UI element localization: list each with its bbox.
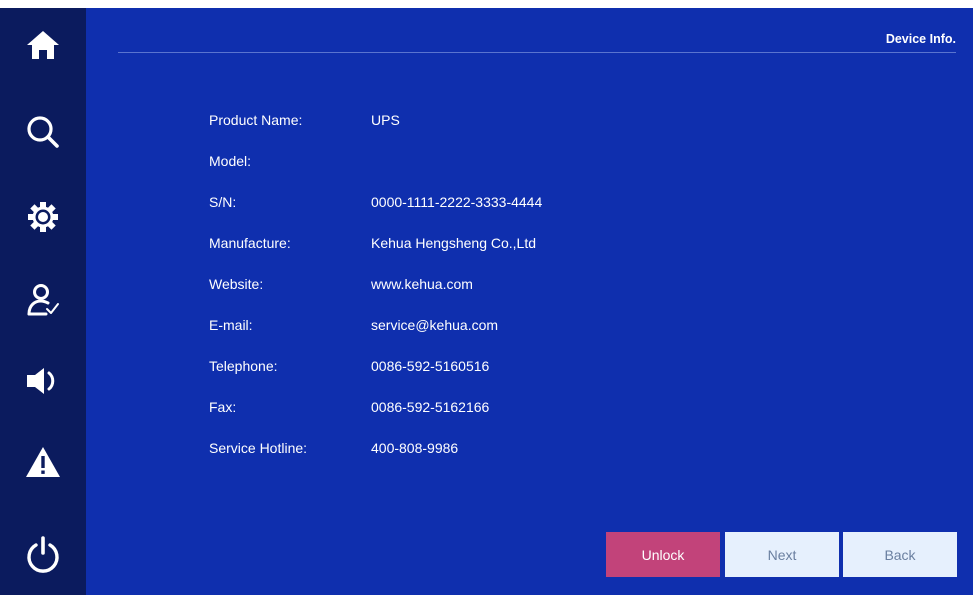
info-label: Telephone: bbox=[209, 358, 278, 374]
info-row-fax: Fax: 0086-592-5162166 bbox=[209, 398, 542, 439]
sidebar-item-user[interactable] bbox=[0, 269, 86, 331]
info-value: 0086-592-5160516 bbox=[371, 358, 490, 374]
power-icon bbox=[27, 536, 59, 573]
info-label: Product Name: bbox=[209, 112, 303, 128]
sidebar-item-power[interactable] bbox=[0, 524, 86, 586]
info-label: S/N: bbox=[209, 194, 237, 210]
info-label: Fax: bbox=[209, 399, 237, 415]
info-label: Service Hotline: bbox=[209, 440, 308, 456]
info-value: 400-808-9986 bbox=[371, 440, 459, 456]
sidebar-item-settings[interactable] bbox=[0, 186, 86, 248]
sidebar-item-alarm[interactable] bbox=[0, 431, 86, 493]
info-label: E-mail: bbox=[209, 317, 253, 333]
info-row-website: Website: www.kehua.com bbox=[209, 275, 542, 316]
info-label: Model: bbox=[209, 153, 252, 169]
gear-icon bbox=[28, 202, 58, 232]
info-value: service@kehua.com bbox=[371, 317, 499, 333]
info-value: 0000-1111-2222-3333-4444 bbox=[371, 194, 543, 210]
info-label: Manufacture: bbox=[209, 235, 291, 251]
sidebar-item-search[interactable] bbox=[0, 101, 86, 163]
sidebar-item-home[interactable] bbox=[0, 14, 86, 76]
info-row-product-name: Product Name: UPS bbox=[209, 111, 542, 152]
warning-icon bbox=[26, 447, 60, 477]
page-title: Device Info. bbox=[885, 32, 956, 46]
main-panel: Device Info. Product Name: UPS Model: S/… bbox=[86, 8, 973, 595]
device-screen: Device Info. Product Name: UPS Model: S/… bbox=[0, 8, 973, 595]
speaker-icon bbox=[27, 368, 55, 394]
info-row-manufacture: Manufacture: Kehua Hengsheng Co.,Ltd bbox=[209, 234, 542, 275]
user-check-icon bbox=[27, 284, 59, 316]
next-button[interactable]: Next bbox=[725, 532, 839, 577]
info-label: Website: bbox=[209, 276, 264, 292]
device-info-list: Product Name: UPS Model: S/N: 0000-1111-… bbox=[209, 111, 542, 480]
info-row-service-hotline: Service Hotline: 400-808-9986 bbox=[209, 439, 542, 480]
info-value: 0086-592-5162166 bbox=[371, 399, 490, 415]
info-row-serial-number: S/N: 0000-1111-2222-3333-4444 bbox=[209, 193, 542, 234]
info-value: www.kehua.com bbox=[371, 276, 473, 292]
info-value: UPS bbox=[371, 112, 400, 128]
back-button[interactable]: Back bbox=[843, 532, 957, 577]
info-row-email: E-mail: service@kehua.com bbox=[209, 316, 542, 357]
title-divider bbox=[118, 52, 956, 53]
home-icon bbox=[27, 31, 59, 59]
sidebar-item-sound[interactable] bbox=[0, 350, 86, 412]
info-value: Kehua Hengsheng Co.,Ltd bbox=[371, 235, 537, 251]
info-row-model: Model: bbox=[209, 152, 542, 193]
search-icon bbox=[27, 116, 59, 148]
unlock-button[interactable]: Unlock bbox=[606, 532, 720, 577]
info-row-telephone: Telephone: 0086-592-5160516 bbox=[209, 357, 542, 398]
sidebar bbox=[0, 8, 86, 595]
